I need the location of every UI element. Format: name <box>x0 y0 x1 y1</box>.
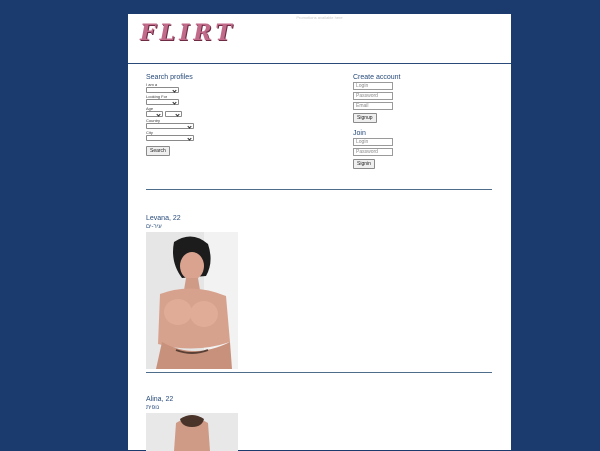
join-title: Join <box>353 130 366 137</box>
age-to-select[interactable] <box>165 111 182 117</box>
i-am-select[interactable] <box>146 87 179 93</box>
signup-button[interactable]: Signup <box>353 113 377 123</box>
profile-photo[interactable] <box>146 413 238 451</box>
page-container: Promotions available here FLIRT Search p… <box>128 14 511 451</box>
signin-login-input[interactable]: Login <box>353 138 393 146</box>
signin-button[interactable]: Signin <box>353 159 375 169</box>
city-select[interactable] <box>146 135 194 141</box>
age-range <box>146 111 326 118</box>
search-button[interactable]: Search <box>146 146 170 156</box>
search-title: Search profiles <box>146 74 193 81</box>
profile-name[interactable]: Alina, 22 <box>146 396 238 404</box>
section-divider <box>146 189 492 190</box>
create-account-title: Create account <box>353 74 401 81</box>
profile-city: עיר-ים <box>146 224 162 230</box>
signup-login-input[interactable]: Login <box>353 82 393 90</box>
signin-password-input[interactable]: Password <box>353 148 393 156</box>
looking-for-select[interactable] <box>146 99 179 105</box>
profile-divider <box>146 372 492 373</box>
search-profiles-form: Search profiles I am a Looking For Age C… <box>146 74 326 156</box>
age-from-select[interactable] <box>146 111 163 117</box>
header-divider <box>128 63 511 64</box>
profile-name[interactable]: Levana, 22 <box>146 215 238 223</box>
signup-email-input[interactable]: Email <box>353 102 393 110</box>
profile-photo[interactable] <box>146 232 238 369</box>
signup-password-input[interactable]: Password <box>353 92 393 100</box>
country-select[interactable] <box>146 123 194 129</box>
profile-photo-image <box>146 232 238 369</box>
profile-card: Alina, 22 נופית <box>146 396 238 451</box>
account-panel: Create account Login Password Email Sign… <box>353 74 503 169</box>
profile-card: Levana, 22 עיר-ים <box>146 215 238 369</box>
profile-city: נופית <box>146 405 160 411</box>
site-logo[interactable]: FLIRT <box>140 20 236 46</box>
profile-photo-image <box>146 413 238 451</box>
